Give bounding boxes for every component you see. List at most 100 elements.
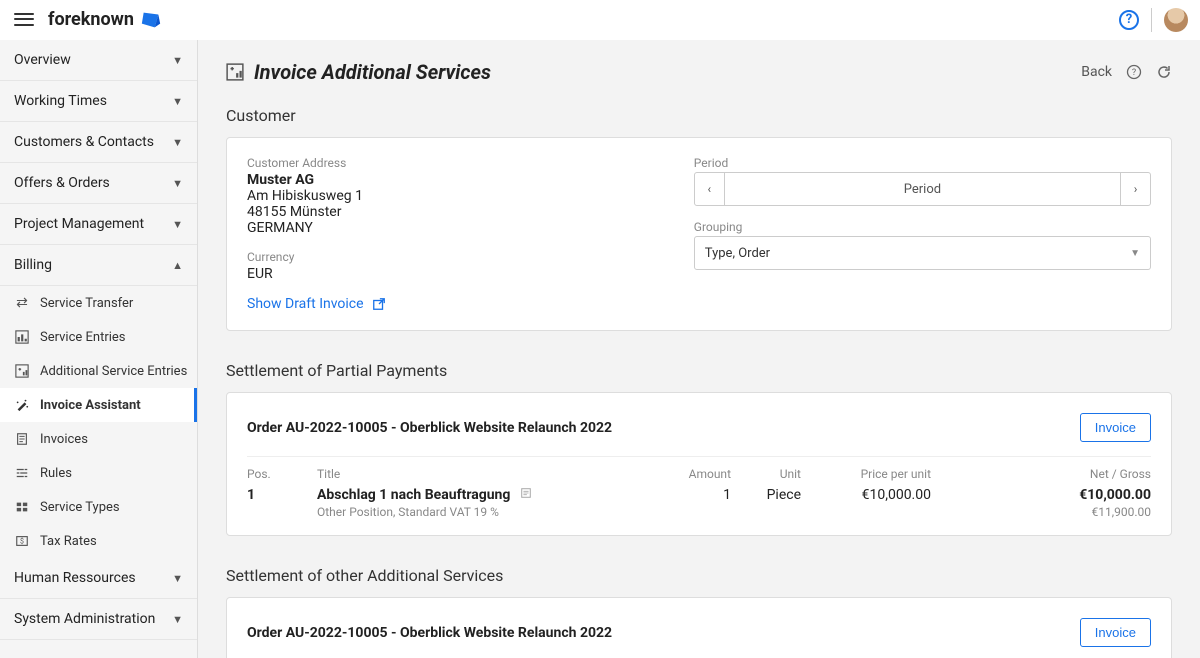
tax-icon: $ [14, 533, 30, 549]
menu-button[interactable] [12, 8, 36, 32]
svg-text:?: ? [1132, 68, 1136, 78]
divider [1151, 8, 1152, 32]
sidebar-item-sysadmin[interactable]: System Administration ▼ [0, 599, 197, 640]
row-price: €10,000.00 [801, 487, 931, 503]
customer-country: GERMANY [247, 220, 654, 236]
chevron-down-icon: ▼ [172, 95, 183, 108]
page-title: Invoice Additional Services [254, 60, 491, 84]
col-title: Title [317, 467, 631, 481]
sidebar-sub-label: Service Entries [40, 330, 126, 345]
row-net: €10,000.00 [931, 487, 1151, 503]
sidebar-item-overview[interactable]: Overview ▼ [0, 40, 197, 81]
sidebar-sub-label: Invoice Assistant [40, 398, 141, 413]
grouping-select[interactable]: Type, Order ▼ [694, 236, 1151, 270]
table-row: 1 Abschlag 1 nach Beauftragung 1 Piece €… [247, 485, 1151, 505]
customer-street: Am Hibiskusweg 1 [247, 188, 654, 204]
sidebar-item-billing[interactable]: Billing ▲ [0, 245, 197, 286]
currency-value: EUR [247, 266, 654, 282]
back-link[interactable]: Back [1081, 64, 1112, 80]
grouping-label: Grouping [694, 220, 1151, 234]
period-label: Period [694, 156, 1151, 170]
row-gross: €11,900.00 [931, 505, 1151, 519]
customer-city: 48155 Münster [247, 204, 654, 220]
brand-logo-icon [140, 9, 162, 31]
sidebar-sub-rules[interactable]: Rules [0, 456, 197, 490]
sidebar-sub-additional-entries[interactable]: Additional Service Entries [0, 354, 197, 388]
sidebar-item-working-times[interactable]: Working Times ▼ [0, 81, 197, 122]
sidebar-sub-service-transfer[interactable]: ⇄ Service Transfer [0, 286, 197, 320]
row-amount: 1 [631, 487, 731, 503]
chevron-down-icon: ▼ [172, 218, 183, 231]
row-unit: Piece [731, 487, 801, 503]
sidebar-sub-service-types[interactable]: Service Types [0, 490, 197, 524]
chevron-down-icon: ▼ [172, 177, 183, 190]
types-icon [14, 499, 30, 515]
currency-label: Currency [247, 250, 654, 264]
sidebar-item-offers[interactable]: Offers & Orders ▼ [0, 163, 197, 204]
sidebar-item-label: Overview [14, 52, 71, 68]
sidebar-item-customers[interactable]: Customers & Contacts ▼ [0, 122, 197, 163]
brand-text: foreknown [48, 9, 134, 30]
other-card: Order AU-2022-10005 - Oberblick Website … [226, 597, 1172, 658]
other-section-title: Settlement of other Additional Services [226, 566, 1172, 585]
sidebar-item-label: Project Management [14, 216, 144, 232]
sidebar-item-label: Customers & Contacts [14, 134, 154, 150]
magic-wand-icon [14, 397, 30, 413]
sidebar-item-label: Offers & Orders [14, 175, 110, 191]
col-net: Net / Gross [931, 467, 1151, 481]
sidebar-sub-invoices[interactable]: Invoices [0, 422, 197, 456]
sidebar-sub-service-entries[interactable]: Service Entries [0, 320, 197, 354]
sidebar-item-label: Human Ressources [14, 570, 136, 586]
external-link-icon [372, 297, 386, 311]
row-subtitle: Other Position, Standard VAT 19 % [317, 505, 631, 519]
invoice-button[interactable]: Invoice [1080, 618, 1151, 647]
col-price: Price per unit [801, 467, 931, 481]
help-icon[interactable]: ? [1119, 10, 1139, 30]
grouping-value: Type, Order [705, 246, 770, 261]
svg-text:$: $ [20, 538, 24, 546]
chevron-down-icon: ▼ [172, 136, 183, 149]
caret-down-icon: ▼ [1130, 248, 1140, 259]
period-value[interactable]: Period [725, 182, 1120, 197]
customer-name: Muster AG [247, 172, 654, 188]
partial-card: Order AU-2022-10005 - Oberblick Website … [226, 392, 1172, 536]
sidebar-item-hr[interactable]: Human Ressources ▼ [0, 558, 197, 599]
refresh-icon[interactable] [1156, 64, 1172, 80]
chevron-down-icon: ▼ [172, 572, 183, 585]
sidebar: Overview ▼ Working Times ▼ Customers & C… [0, 40, 198, 658]
brand: foreknown [48, 9, 162, 31]
invoice-icon [14, 431, 30, 447]
sidebar-sub-label: Invoices [40, 432, 88, 447]
sidebar-sub-label: Rules [40, 466, 72, 481]
chart-icon [14, 329, 30, 345]
chart-plus-icon [14, 363, 30, 379]
chevron-down-icon: ▼ [172, 54, 183, 67]
col-pos: Pos. [247, 467, 317, 481]
period-next-button[interactable]: › [1120, 173, 1150, 205]
customer-card: Customer Address Muster AG Am Hibiskuswe… [226, 137, 1172, 331]
customer-section-title: Customer [226, 106, 1172, 125]
main-content: Invoice Additional Services Back ? Custo… [198, 40, 1200, 658]
order-title: Order AU-2022-10005 - Oberblick Website … [247, 625, 612, 641]
sidebar-sub-tax-rates[interactable]: $ Tax Rates [0, 524, 197, 558]
sidebar-item-label: Working Times [14, 93, 107, 109]
chevron-down-icon: ▼ [172, 613, 183, 626]
sidebar-item-label: Billing [14, 257, 52, 273]
rules-icon [14, 465, 30, 481]
show-draft-invoice-link[interactable]: Show Draft Invoice [247, 296, 386, 312]
sidebar-item-project-mgmt[interactable]: Project Management ▼ [0, 204, 197, 245]
sidebar-sub-label: Additional Service Entries [40, 364, 187, 379]
row-title: Abschlag 1 nach Beauftragung [317, 487, 631, 503]
help-icon[interactable]: ? [1126, 64, 1142, 80]
sidebar-sub-label: Service Types [40, 500, 120, 515]
invoice-button[interactable]: Invoice [1080, 413, 1151, 442]
user-avatar[interactable] [1164, 8, 1188, 32]
partial-section-title: Settlement of Partial Payments [226, 361, 1172, 380]
address-label: Customer Address [247, 156, 654, 170]
chevron-up-icon: ▲ [172, 259, 183, 272]
sidebar-sub-invoice-assistant[interactable]: Invoice Assistant [0, 388, 197, 422]
period-prev-button[interactable]: ‹ [695, 173, 725, 205]
note-icon[interactable] [520, 488, 532, 502]
chart-plus-icon [226, 63, 244, 81]
col-unit: Unit [731, 467, 801, 481]
